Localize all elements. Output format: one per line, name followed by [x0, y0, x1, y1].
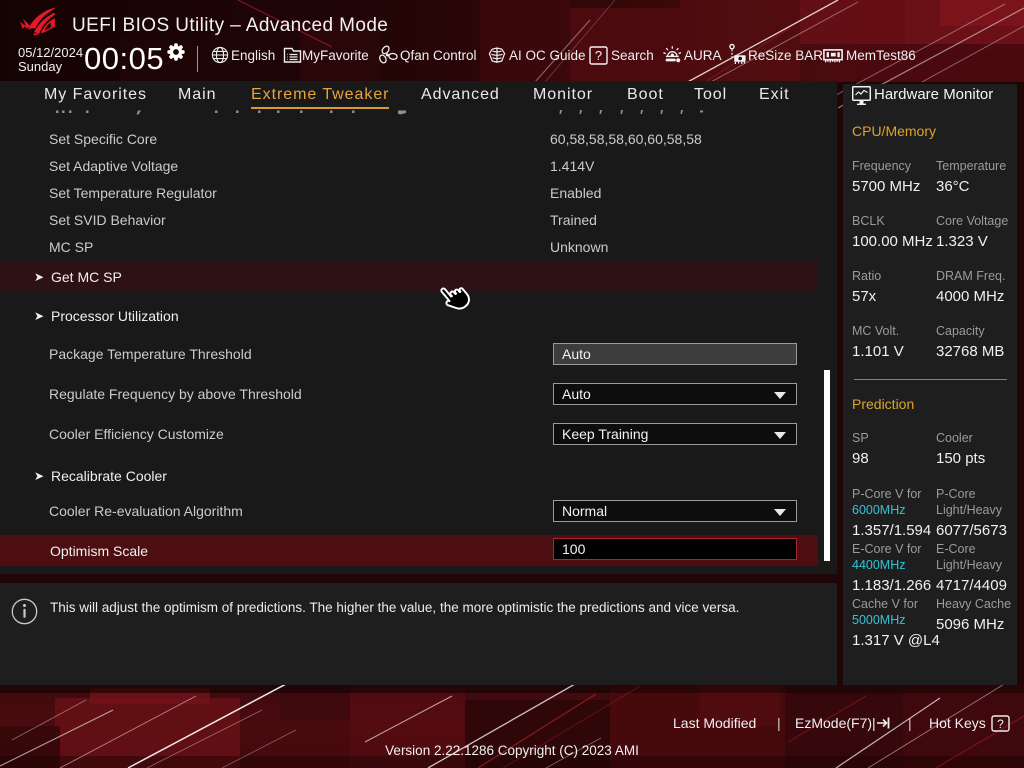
svg-text:?: ? [595, 48, 602, 63]
svg-text:?: ? [997, 717, 1004, 731]
